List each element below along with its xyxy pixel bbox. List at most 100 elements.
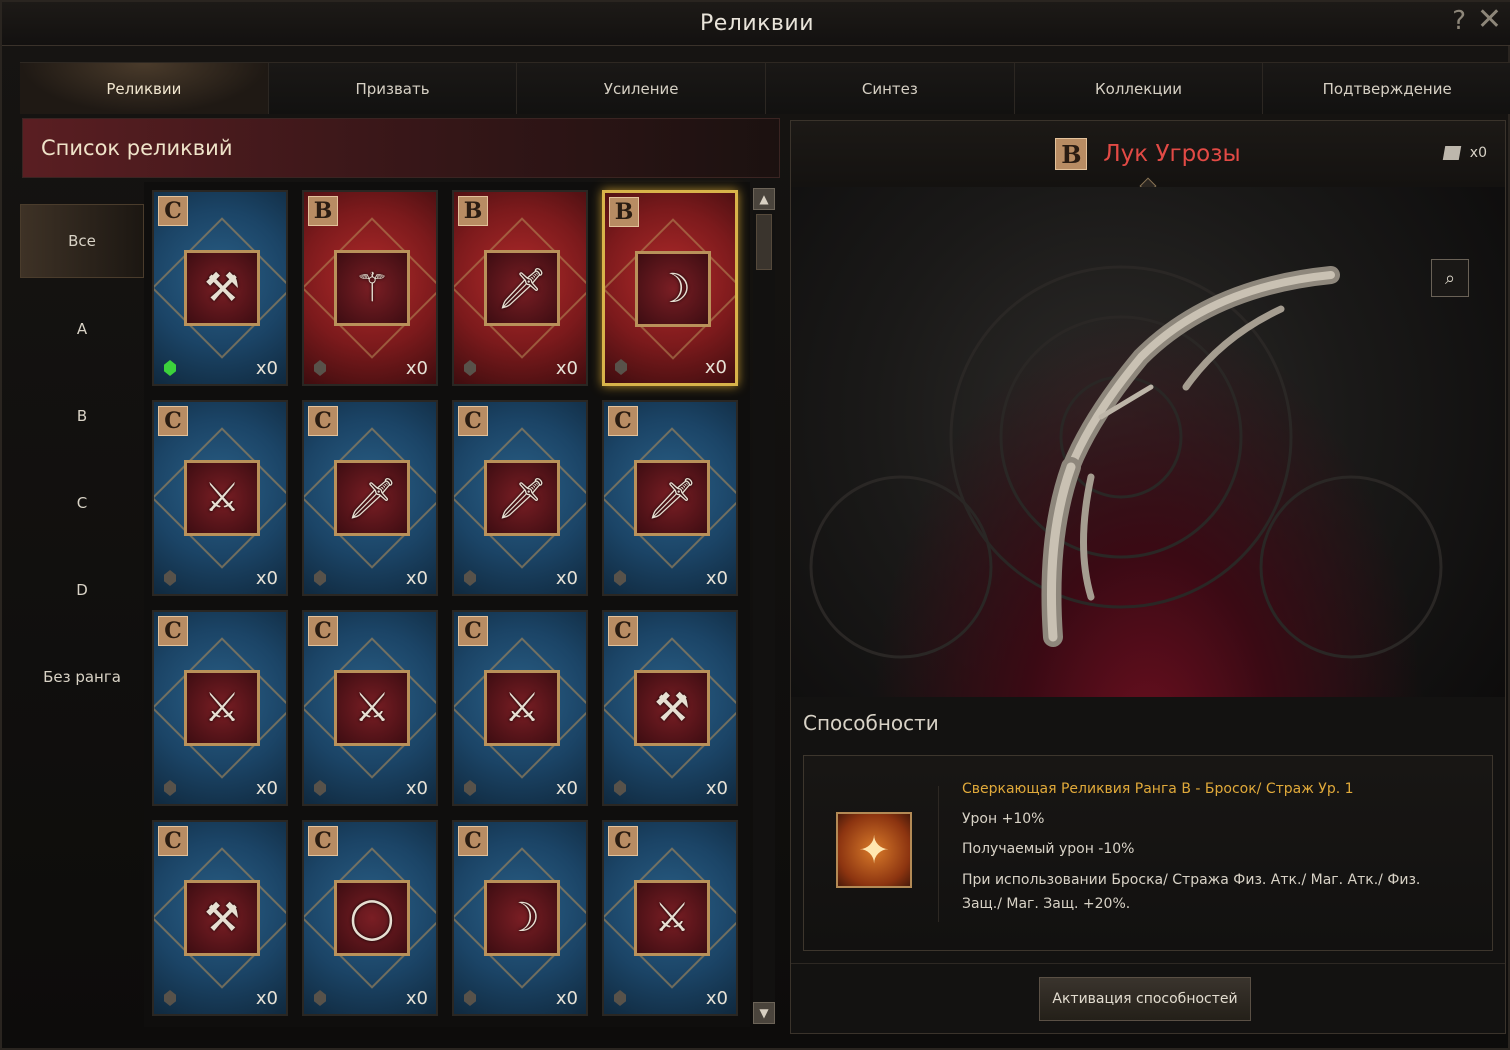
gem-icon [464, 780, 476, 796]
relic-card[interactable]: C 🗡 x0 [302, 400, 438, 596]
axe-icon: ⚔ [634, 880, 710, 956]
card-count: x0 [255, 358, 278, 379]
crossed-swords-icon: ⚔ [484, 670, 560, 746]
relics-window: Реликвии ? ✕ Реликвии Призвать Усиление … [0, 0, 1510, 1050]
owned-count: x0 [1442, 145, 1487, 161]
filter-rank-a[interactable]: A [20, 285, 144, 372]
zoom-icon[interactable]: ⌕ [1431, 259, 1469, 297]
relic-card[interactable]: C ◯ x0 [302, 820, 438, 1016]
card-count: x0 [555, 778, 578, 799]
relic-card[interactable]: C ⚔ x0 [602, 820, 738, 1016]
relic-glyph: ⚚ [354, 265, 390, 311]
bow-icon: ☽ [635, 251, 711, 327]
gem-icon [464, 360, 476, 376]
rank-badge: C [608, 406, 638, 436]
relic-card[interactable]: C 🗡 x0 [452, 400, 588, 596]
close-icon[interactable]: ✕ [1477, 2, 1502, 37]
tab-collections[interactable]: Коллекции [1014, 62, 1264, 114]
relic-card[interactable]: C ☽ x0 [452, 820, 588, 1016]
relic-card[interactable]: C ⚒ x0 [152, 190, 288, 386]
relic-detail-panel: B Лук Угрозы x0 ⌕ Способности ✦ Сверкающ… [790, 120, 1506, 1034]
relic-glyph: ⚔ [354, 685, 390, 731]
ability-effect-damage: Урон +10% [962, 811, 1045, 827]
relic-card[interactable]: C ⚔ x0 [152, 610, 288, 806]
relic-glyph: ☽ [655, 266, 691, 312]
relic-card[interactable]: C ⚒ x0 [602, 610, 738, 806]
card-count: x0 [255, 568, 278, 589]
card-count: x0 [405, 988, 428, 1009]
relic-glyph: ⚔ [654, 895, 690, 941]
relic-card[interactable]: B 🗡 x0 [452, 190, 588, 386]
card-count: x0 [704, 357, 727, 378]
relic-grid-scrollbar[interactable]: ▲ ▼ [753, 188, 775, 1028]
relic-card[interactable]: B ☽ x0 [602, 190, 738, 386]
mace-icon: ⚒ [184, 880, 260, 956]
abilities-title: Способности [803, 711, 939, 735]
gem-icon [464, 990, 476, 1006]
rank-badge: B [1055, 138, 1088, 170]
rank-badge: C [308, 826, 338, 856]
gem-icon [314, 360, 326, 376]
bow-icon: ☽ [484, 880, 560, 956]
card-count: x0 [255, 988, 278, 1009]
card-count: x0 [555, 988, 578, 1009]
tab-relics[interactable]: Реликвии [20, 62, 269, 114]
card-count: x0 [555, 568, 578, 589]
owned-count-value: x0 [1469, 145, 1487, 161]
gem-icon [464, 570, 476, 586]
relic-glyph: ⚒ [204, 265, 240, 311]
tab-confirmation[interactable]: Подтверждение [1263, 62, 1510, 114]
crossed-swords-icon: ⚔ [184, 670, 260, 746]
card-count: x0 [555, 358, 578, 379]
card-count: x0 [405, 778, 428, 799]
axe-icon: ⚒ [634, 670, 710, 746]
filter-no-rank[interactable]: Без ранга [20, 633, 144, 720]
scroll-down-icon[interactable]: ▼ [753, 1002, 775, 1024]
ability-box: ✦ Сверкающая Реликвия Ранга B - Бросок/ … [803, 755, 1493, 951]
rank-badge: C [158, 616, 188, 646]
relic-preview: ⌕ [791, 187, 1505, 697]
help-icon[interactable]: ? [1452, 6, 1466, 36]
relic-card[interactable]: C ⚔ x0 [152, 400, 288, 596]
gem-icon [614, 990, 626, 1006]
relic-grid: C ⚒ x0 B ⚚ x0 B 🗡 x0 B ☽ x0 C ⚔ x0 C 🗡 x0 C 🗡 x0 C 🗡 x0 C ⚔ x0 C ⚔ x0… [144, 182, 750, 1027]
gem-icon [164, 990, 176, 1006]
card-count: x0 [705, 778, 728, 799]
scroll-up-icon[interactable]: ▲ [753, 188, 775, 210]
relic-card[interactable]: B ⚚ x0 [302, 190, 438, 386]
scroll-thumb[interactable] [756, 214, 772, 270]
ring-icon: ◯ [334, 880, 410, 956]
tab-bar: Реликвии Призвать Усиление Синтез Коллек… [20, 62, 1510, 114]
gem-icon [164, 780, 176, 796]
ability-divider [938, 786, 939, 922]
relic-glyph: 🗡 [496, 475, 548, 522]
card-count: x0 [705, 568, 728, 589]
footer-divider [791, 963, 1505, 964]
axe-icon: ⚔ [184, 460, 260, 536]
title-bar: Реликвии ? ✕ [2, 2, 1510, 46]
gem-icon [314, 570, 326, 586]
sword-icon: 🗡 [334, 460, 410, 536]
relic-card[interactable]: C ⚒ x0 [152, 820, 288, 1016]
filter-rank-d[interactable]: D [20, 546, 144, 633]
rank-filter-list: Все A B C D Без ранга [20, 198, 144, 1038]
relic-card[interactable]: C 🗡 x0 [602, 400, 738, 596]
gem-icon [614, 570, 626, 586]
ability-description: Сверкающая Реликвия Ранга B - Бросок/ Ст… [962, 774, 1462, 916]
tab-enhance[interactable]: Усиление [517, 62, 767, 114]
filter-all[interactable]: Все [20, 204, 144, 278]
rank-badge: C [608, 616, 638, 646]
relic-glyph: ⚔ [204, 685, 240, 731]
tab-summon[interactable]: Призвать [268, 62, 518, 114]
card-stack-icon [1442, 146, 1462, 160]
scroll-track[interactable] [753, 210, 775, 1002]
gem-icon [614, 780, 626, 796]
relic-card[interactable]: C ⚔ x0 [302, 610, 438, 806]
activate-abilities-button[interactable]: Активация способностей [1039, 977, 1251, 1021]
gem-icon [314, 990, 326, 1006]
filter-rank-c[interactable]: C [20, 459, 144, 546]
relic-card[interactable]: C ⚔ x0 [452, 610, 588, 806]
filter-rank-b[interactable]: B [20, 372, 144, 459]
dagger-icon: 🗡 [484, 460, 560, 536]
tab-synthesis[interactable]: Синтез [766, 62, 1015, 114]
